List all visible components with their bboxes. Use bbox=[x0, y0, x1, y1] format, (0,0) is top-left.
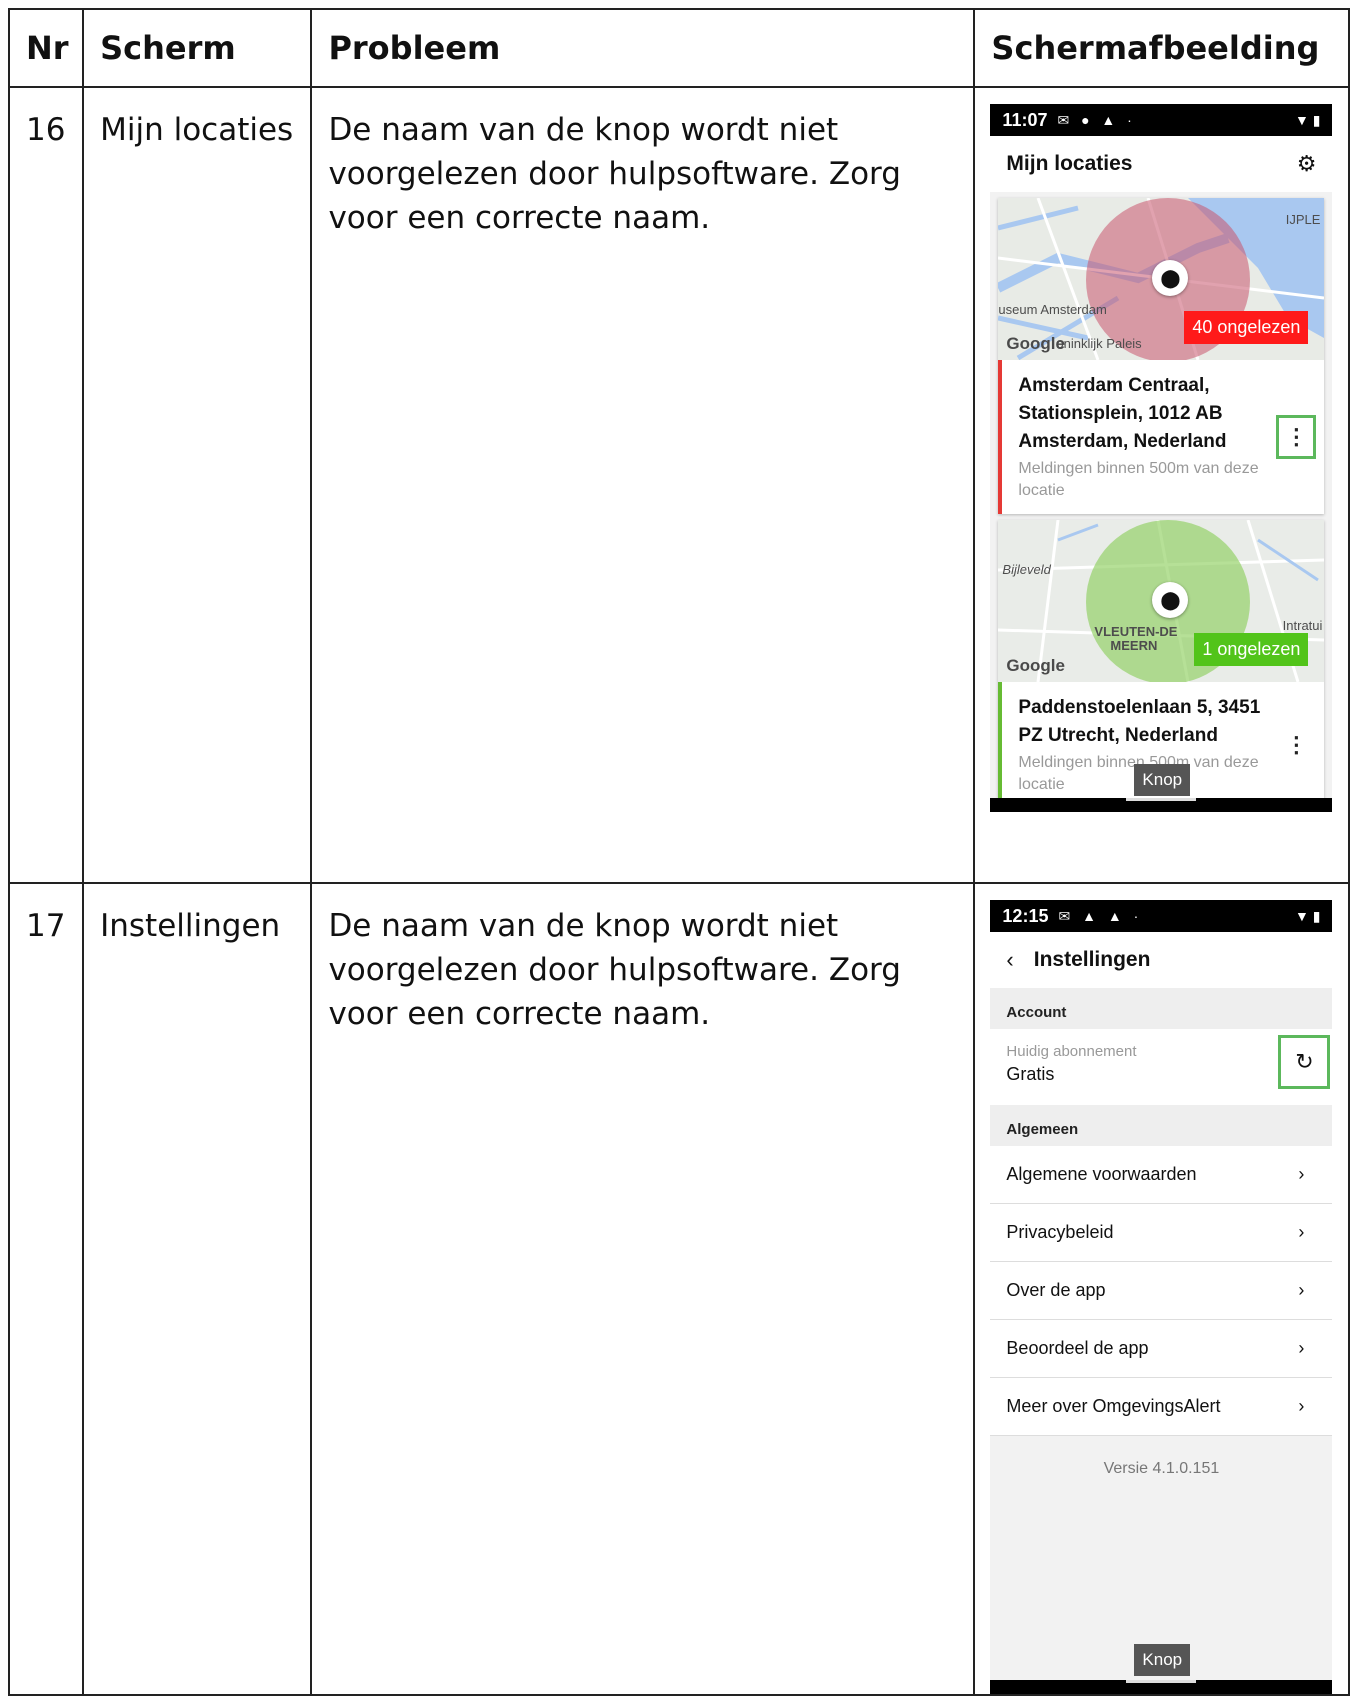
map-preview: IJPLE useum Amsterdam oninklijk Paleis ⬤… bbox=[998, 198, 1325, 360]
unread-badge: 40 ongelezen bbox=[1184, 311, 1309, 344]
map-label: IJPLE bbox=[1285, 212, 1321, 227]
section-header-account: Account bbox=[990, 988, 1333, 1029]
subscription-label: Huidig abonnement bbox=[1006, 1043, 1137, 1060]
map-label: Intratui bbox=[1282, 618, 1323, 633]
map-label: useum Amsterdam bbox=[998, 302, 1107, 317]
app-version: Versie 4.1.0.151 bbox=[1103, 1460, 1220, 1477]
table-header-row: Nr Scherm Probleem Schermafbeelding bbox=[7, 8, 1350, 88]
cell-scherm: Instellingen bbox=[82, 882, 313, 1696]
table-row: 17 Instellingen De naam van de knop word… bbox=[7, 882, 1350, 1696]
map-label: MEERN bbox=[1110, 638, 1158, 653]
issues-table: Nr Scherm Probleem Schermafbeelding 16 M… bbox=[7, 8, 1350, 1696]
chevron-right-icon: › bbox=[1298, 1164, 1305, 1184]
settings-link[interactable]: Over de app › bbox=[990, 1262, 1333, 1320]
map-label: Bijleveld bbox=[1002, 562, 1051, 577]
link-label: Over de app bbox=[1006, 1280, 1106, 1300]
cell-probleem: De naam van de knop wordt niet voorgelez… bbox=[310, 86, 976, 884]
screen-name: Mijn locaties bbox=[100, 112, 294, 148]
notification-icons: ✉ ▲ ▲ · bbox=[1058, 907, 1143, 924]
subscription-row: Huidig abonnement Gratis ↻ bbox=[990, 1029, 1333, 1105]
table-row: 16 Mijn locaties De naam van de knop wor… bbox=[7, 86, 1350, 884]
chevron-right-icon: › bbox=[1298, 1280, 1305, 1300]
row-number: 16 bbox=[26, 112, 66, 148]
header-scherm: Scherm bbox=[82, 8, 313, 88]
cell-nr: 16 bbox=[7, 86, 85, 884]
location-card[interactable]: IJPLE useum Amsterdam oninklijk Paleis ⬤… bbox=[998, 198, 1325, 514]
app-bar: ‹ Instellingen bbox=[990, 932, 1333, 988]
chevron-right-icon: › bbox=[1298, 1338, 1305, 1358]
problem-text: De naam van de knop wordt niet voorgelez… bbox=[328, 908, 901, 1032]
header-probleem: Probleem bbox=[310, 8, 976, 88]
more-options-icon[interactable]: ⋮ bbox=[1276, 415, 1317, 459]
location-address: Amsterdam Centraal, Stationsplein, 1012 … bbox=[1018, 375, 1227, 452]
settings-link[interactable]: Meer over OmgevingsAlert › bbox=[990, 1378, 1333, 1436]
page-title: Instellingen bbox=[1033, 948, 1151, 971]
status-bar: 11:07 ✉ ● ▲ · ▼ ▮ bbox=[990, 104, 1333, 136]
google-logo: Google bbox=[1006, 334, 1065, 353]
status-time: 11:07 bbox=[1002, 109, 1048, 130]
settings-link[interactable]: Algemene voorwaarden › bbox=[990, 1146, 1333, 1204]
header-schermafbeelding: Schermafbeelding bbox=[973, 8, 1350, 88]
link-label: Privacybeleid bbox=[1006, 1222, 1114, 1242]
cell-probleem: De naam van de knop wordt niet voorgelez… bbox=[310, 882, 976, 1696]
notification-icons: ✉ ● ▲ · bbox=[1057, 111, 1136, 128]
cell-nr: 17 bbox=[7, 882, 85, 1696]
link-label: Beoordeel de app bbox=[1006, 1338, 1149, 1358]
google-logo: Google bbox=[1006, 656, 1065, 675]
link-label: Algemene voorwaarden bbox=[1006, 1164, 1197, 1184]
more-options-icon[interactable]: ⋮ bbox=[1276, 723, 1316, 767]
cell-scherm: Mijn locaties bbox=[82, 86, 313, 884]
status-bar: 12:15 ✉ ▲ ▲ · ▼ ▮ bbox=[990, 900, 1333, 932]
status-time: 12:15 bbox=[1002, 905, 1049, 926]
tooltip-knop: Knop bbox=[1134, 1644, 1191, 1676]
subscription-value: Gratis bbox=[1006, 1064, 1055, 1084]
header-nr: Nr bbox=[7, 8, 85, 88]
problem-text: De naam van de knop wordt niet voorgelez… bbox=[328, 112, 901, 236]
refresh-icon[interactable]: ↻ bbox=[1278, 1035, 1331, 1089]
page-title: Mijn locaties bbox=[1006, 152, 1133, 175]
location-subtitle: Meldingen binnen 500m van deze locatie bbox=[1018, 460, 1259, 499]
gear-icon[interactable]: ⚙ bbox=[1297, 151, 1317, 177]
screenshot-instellingen: 12:15 ✉ ▲ ▲ · ▼ ▮ ‹ Instellingen Account… bbox=[990, 900, 1333, 1694]
map-label: oninklijk Paleis bbox=[1056, 336, 1142, 351]
cell-screenshot: 12:15 ✉ ▲ ▲ · ▼ ▮ ‹ Instellingen Account… bbox=[973, 882, 1350, 1696]
tooltip-knop: Knop bbox=[1134, 764, 1191, 796]
section-header-general: Algemeen bbox=[990, 1105, 1333, 1146]
battery-icon: ▼ ▮ bbox=[1294, 111, 1321, 128]
chevron-right-icon: › bbox=[1298, 1222, 1305, 1242]
unread-badge: 1 ongelezen bbox=[1194, 633, 1309, 666]
screenshot-mijn-locaties: 11:07 ✉ ● ▲ · ▼ ▮ Mijn locaties ⚙ IJPLE … bbox=[990, 104, 1333, 812]
screen-name: Instellingen bbox=[100, 908, 281, 944]
settings-link[interactable]: Beoordeel de app › bbox=[990, 1320, 1333, 1378]
map-label: VLEUTEN-DE bbox=[1094, 624, 1178, 639]
app-bar: Mijn locaties ⚙ bbox=[990, 136, 1333, 192]
location-address: Paddenstoelenlaan 5, 3451 PZ Utrecht, Ne… bbox=[1018, 697, 1261, 746]
chevron-right-icon: › bbox=[1298, 1396, 1305, 1416]
navigation-bar bbox=[990, 798, 1333, 812]
row-number: 17 bbox=[26, 908, 66, 944]
battery-icon: ▼ ▮ bbox=[1294, 907, 1321, 924]
settings-link[interactable]: Privacybeleid › bbox=[990, 1204, 1333, 1262]
link-label: Meer over OmgevingsAlert bbox=[1006, 1396, 1221, 1416]
back-icon[interactable]: ‹ bbox=[1006, 947, 1013, 973]
navigation-bar bbox=[990, 1680, 1333, 1694]
map-preview: Bijleveld VLEUTEN-DE MEERN Intratui ⬤ Go… bbox=[998, 520, 1325, 682]
card-body: Amsterdam Centraal, Stationsplein, 1012 … bbox=[998, 360, 1324, 514]
cell-screenshot: 11:07 ✉ ● ▲ · ▼ ▮ Mijn locaties ⚙ IJPLE … bbox=[973, 86, 1350, 884]
